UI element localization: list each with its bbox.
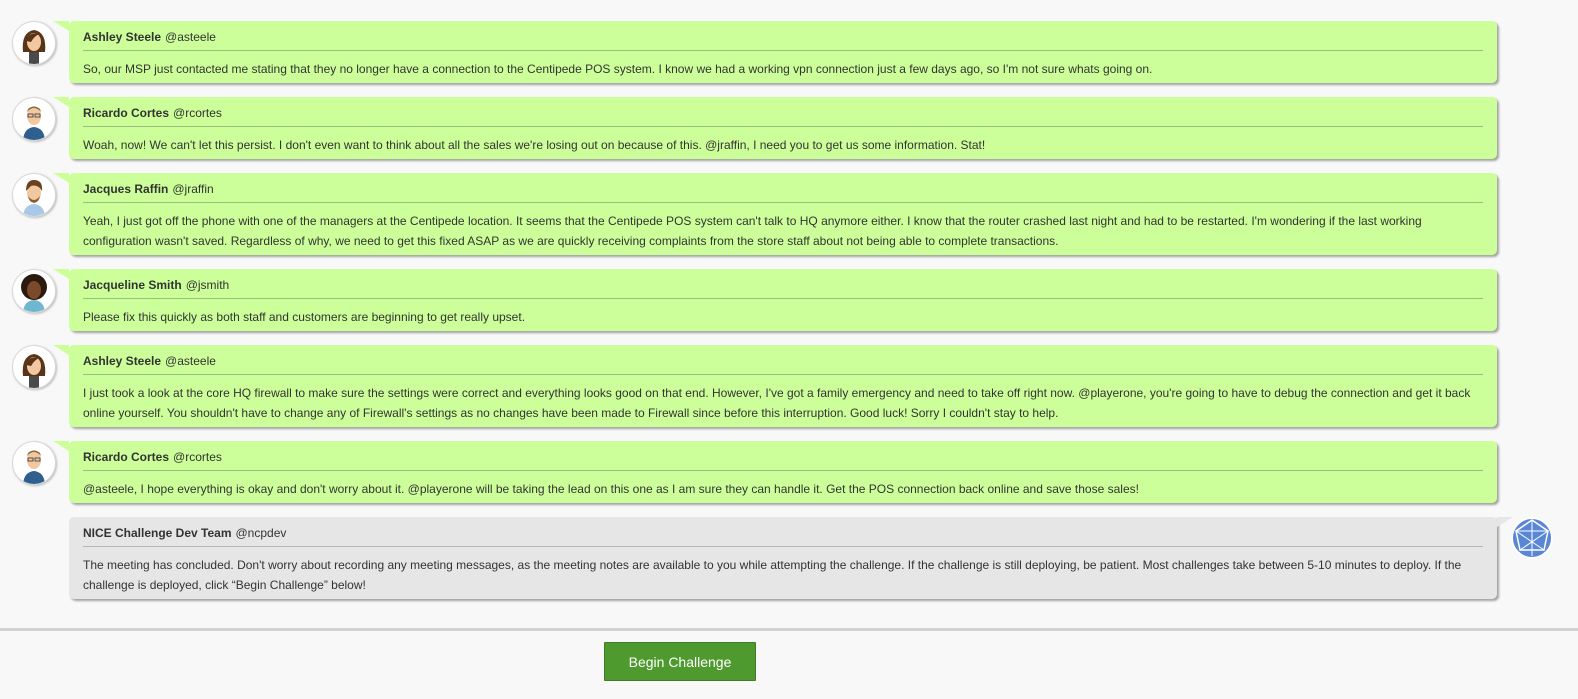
message-header: Ricardo Cortes @rcortes [83, 106, 1483, 127]
message-text: So, our MSP just contacted me stating th… [83, 62, 1153, 76]
begin-challenge-button[interactable]: Begin Challenge [604, 642, 756, 681]
message-header: Jacqueline Smith @jsmith [83, 278, 1483, 299]
message-bubble: Ricardo Cortes @rcortes @asteele, I hope … [53, 441, 1497, 503]
sender-handle[interactable]: @rcortes [173, 106, 222, 120]
message-text: Yeah, I just got off the phone with one … [83, 214, 1422, 248]
sender-handle[interactable]: @jsmith [186, 278, 230, 292]
message-bubble: Ashley Steele @asteele So, our MSP just c… [53, 21, 1497, 83]
sender-name: Jacques Raffin [83, 182, 169, 196]
male-beard-avatar [12, 173, 56, 217]
sender-handle[interactable]: @ncpdev [236, 526, 287, 540]
sender-handle[interactable]: @jraffin [172, 182, 213, 196]
message-text: I just took a look at the core HQ firewa… [83, 386, 1471, 420]
message-bubble: Jacques Raffin @jraffin Yeah, I just got … [53, 173, 1497, 255]
message-text: Please fix this quickly as both staff an… [83, 310, 526, 324]
chat-transcript: Ashley Steele @asteele So, our MSP just c… [0, 0, 1578, 628]
sender-handle[interactable]: @asteele [165, 354, 216, 368]
sender-name: Ashley Steele [83, 30, 162, 44]
message-bubble: NICE Challenge Dev Team @ncpdev The meeti… [69, 517, 1513, 599]
sender-handle[interactable]: @asteele [165, 30, 216, 44]
sender-name: Ricardo Cortes [83, 450, 170, 464]
message-header: NICE Challenge Dev Team @ncpdev [83, 526, 1483, 547]
message-text: The meeting has concluded. Don't worry a… [83, 558, 1462, 592]
message-text: @asteele, I hope everything is okay and … [83, 482, 1139, 496]
message-header: Ricardo Cortes @rcortes [83, 450, 1483, 471]
sender-name: Ricardo Cortes [83, 106, 170, 120]
message-bubble: Ashley Steele @asteele I just took a look… [53, 345, 1497, 427]
message-text: Woah, now! We can't let this persist. I … [83, 138, 986, 152]
dev-team-logo-icon [1511, 517, 1553, 559]
female-brown-hair-avatar [12, 21, 56, 65]
sender-name: NICE Challenge Dev Team [83, 526, 232, 540]
message-header: Jacques Raffin @jraffin [83, 182, 1483, 203]
message-bubble: Ricardo Cortes @rcortes Woah, now! We can… [53, 97, 1497, 159]
message-header: Ashley Steele @asteele [83, 354, 1483, 375]
male-glasses-avatar [12, 97, 56, 141]
female-curly-hair-avatar [12, 269, 56, 313]
message-bubble: Jacqueline Smith @jsmith Please fix this … [53, 269, 1497, 331]
sender-name: Ashley Steele [83, 354, 162, 368]
sender-handle[interactable]: @rcortes [173, 450, 222, 464]
male-glasses-avatar [12, 441, 56, 485]
message-header: Ashley Steele @asteele [83, 30, 1483, 51]
footer-bar: Begin Challenge [0, 628, 1578, 699]
female-brown-hair-avatar [12, 345, 56, 389]
sender-name: Jacqueline Smith [83, 278, 182, 292]
